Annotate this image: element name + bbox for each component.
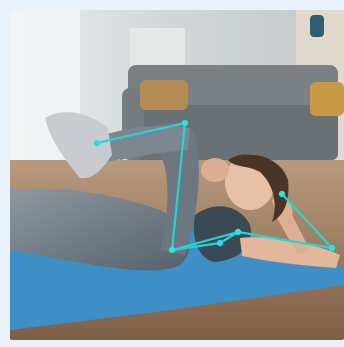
image-frame <box>0 0 344 347</box>
joint-knee <box>181 119 189 127</box>
joint-waist <box>216 239 224 247</box>
joint-wrist <box>328 244 336 252</box>
joint-ankle <box>93 139 101 147</box>
joint-shoulder <box>234 228 242 236</box>
vase <box>310 15 324 37</box>
photo-scene <box>10 10 344 340</box>
joint-hip <box>168 246 176 254</box>
workout-photo <box>10 10 344 340</box>
joint-elbow <box>278 190 286 198</box>
